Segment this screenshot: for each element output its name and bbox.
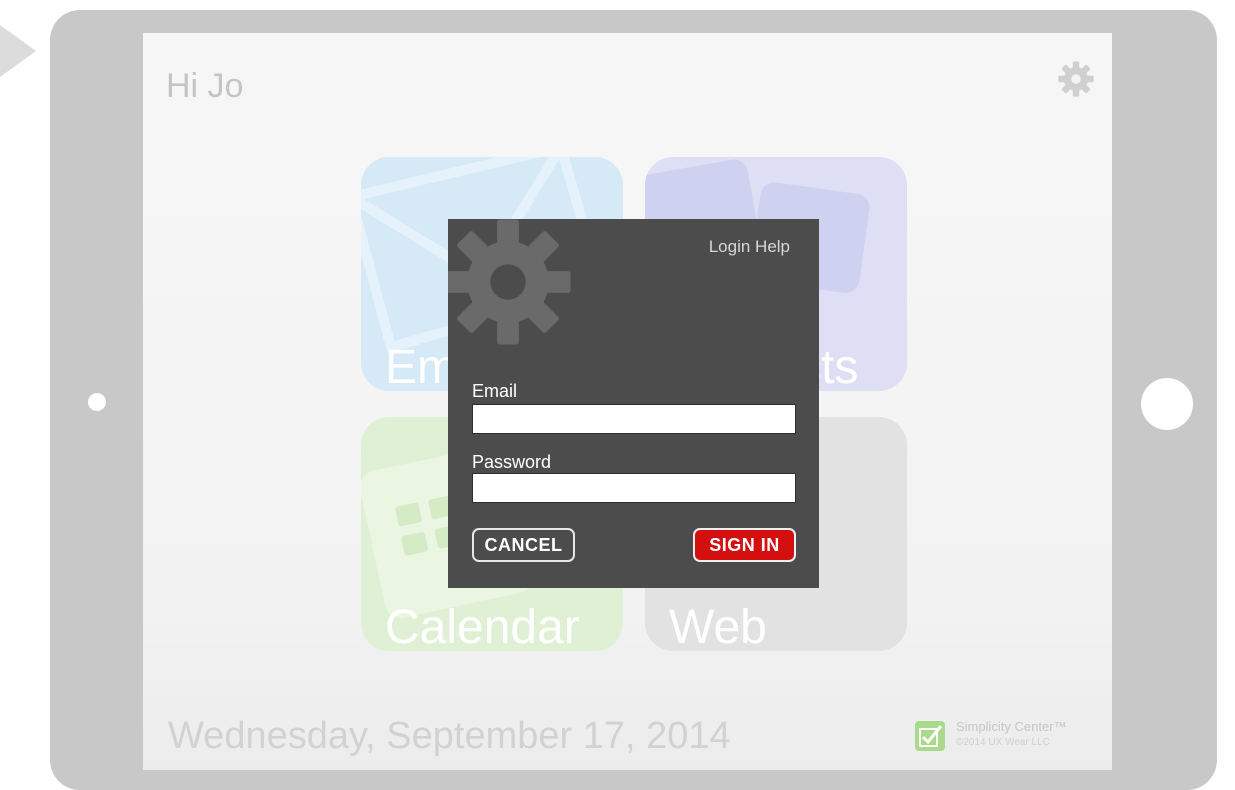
back-arrow-icon[interactable] bbox=[0, 25, 36, 77]
current-date: Wednesday, September 17, 2014 bbox=[168, 715, 731, 757]
login-dialog: Login Help Email Password CANCEL SIGN IN bbox=[448, 219, 819, 588]
sign-in-button[interactable]: SIGN IN bbox=[693, 528, 796, 562]
home-button[interactable] bbox=[1141, 378, 1193, 430]
gear-icon bbox=[448, 219, 571, 345]
email-field[interactable] bbox=[472, 404, 796, 434]
email-label: Email bbox=[472, 381, 518, 401]
password-label: Password bbox=[472, 452, 552, 472]
brand-footer: Simplicity Center™ ©2014 UX Wear LLC bbox=[915, 715, 1105, 757]
front-camera bbox=[88, 393, 106, 411]
brand-name: Simplicity Center™ bbox=[956, 719, 1067, 734]
tile-label: Web bbox=[669, 601, 767, 651]
cancel-button[interactable]: CANCEL bbox=[472, 528, 575, 562]
brand-copyright: ©2014 UX Wear LLC bbox=[956, 737, 1050, 748]
checkmark-logo-icon bbox=[915, 721, 945, 751]
greeting: Hi Jo bbox=[166, 67, 244, 105]
password-field[interactable] bbox=[472, 473, 796, 503]
gear-icon[interactable] bbox=[1056, 59, 1096, 99]
tile-label: Calendar bbox=[385, 601, 580, 651]
login-help-link[interactable]: Login Help bbox=[709, 237, 790, 257]
